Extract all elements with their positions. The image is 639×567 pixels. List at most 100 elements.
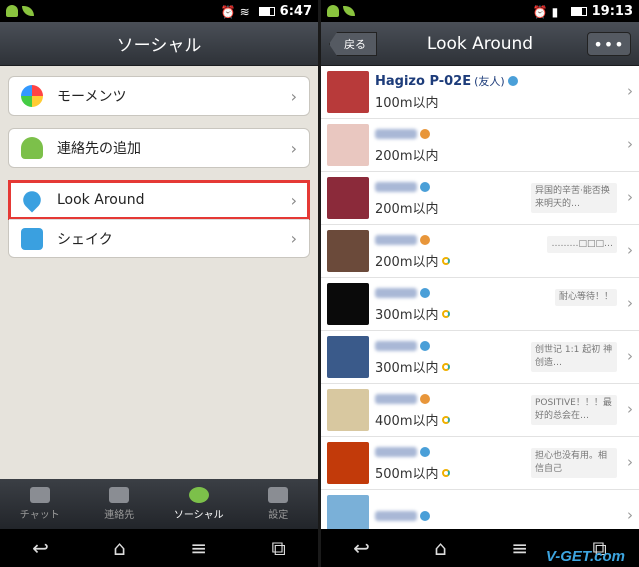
- chat-bubble-icon: [29, 487, 50, 503]
- status-bar: ⏰ ≋ 6:47: [0, 0, 318, 22]
- page-title: ソーシャル: [116, 36, 202, 56]
- person-name: [375, 126, 633, 142]
- distance-text: 300m以内: [375, 308, 439, 323]
- list-item[interactable]: 200m以内 ›: [321, 119, 639, 172]
- female-icon: [420, 235, 430, 245]
- title-bar: 戻る Look Around •••: [321, 22, 639, 66]
- android-icon: [327, 5, 339, 17]
- tab-settings[interactable]: 設定: [239, 479, 319, 529]
- home-icon[interactable]: ⌂: [434, 536, 447, 560]
- more-options-button[interactable]: •••: [587, 32, 631, 56]
- list-item[interactable]: 400m以内 POSITIVE！！！最好的总会在… ›: [321, 384, 639, 437]
- home-icon[interactable]: ⌂: [113, 536, 126, 560]
- list-item[interactable]: 200m以内 ………□□□… ›: [321, 225, 639, 278]
- list-item[interactable]: ›: [321, 490, 639, 529]
- back-icon[interactable]: ↩: [353, 536, 370, 560]
- menu-item-label: モーメンツ: [57, 89, 127, 105]
- blurred-name: [375, 235, 417, 245]
- male-icon: [420, 511, 430, 521]
- moments-icon: [442, 309, 451, 318]
- tab-label: チャット: [19, 510, 60, 521]
- page-title: Look Around: [426, 33, 534, 54]
- tab-chat[interactable]: チャット: [0, 479, 80, 529]
- people-list: Hagizo P-02E (友人) 100m以内 › 200m以内 › 200m以内 异国的辛…: [321, 66, 639, 529]
- menu-icon[interactable]: ≡: [511, 536, 528, 560]
- battery-icon: [258, 6, 275, 16]
- avatar: [327, 442, 369, 484]
- distance-text: 200m以内: [375, 149, 439, 164]
- list-item[interactable]: 300m以内 创世记 1:1 起初 神创造… ›: [321, 331, 639, 384]
- moments-icon: [442, 415, 451, 424]
- distance-text: 500m以内: [375, 467, 439, 482]
- left-screen: ⏰ ≋ 6:47 ソーシャル モーメンツ › 連絡先の追加 › Look Aro…: [0, 0, 318, 567]
- chevron-right-icon: ›: [627, 82, 633, 100]
- blurred-name: [375, 182, 417, 192]
- distance-label: 200m以内: [375, 145, 633, 164]
- chevron-right-icon: ›: [627, 294, 633, 312]
- chevron-right-icon: ›: [627, 188, 633, 206]
- moments-card: モーメンツ ›: [8, 76, 310, 116]
- signature-text: ………□□□…: [547, 236, 617, 253]
- menu-item-shake[interactable]: シェイク ›: [9, 219, 309, 257]
- person-info: 200m以内: [375, 126, 633, 164]
- menu-item-label: 連絡先の追加: [57, 141, 141, 157]
- moments-icon: [21, 85, 43, 107]
- avatar: [327, 124, 369, 166]
- menu-item-label: Look Around: [57, 192, 145, 208]
- title-bar: ソーシャル: [0, 22, 318, 66]
- list-item[interactable]: 500m以内 担心也没有用。相信自己 ›: [321, 437, 639, 490]
- tab-contacts[interactable]: 連絡先: [80, 479, 160, 529]
- location-pin-icon: [19, 187, 45, 213]
- female-icon: [420, 129, 430, 139]
- chevron-right-icon: ›: [627, 347, 633, 365]
- signature-text: 担心也没有用。相信自己: [531, 448, 617, 478]
- back-button[interactable]: 戻る: [329, 32, 377, 56]
- watermark: V-GET.com: [545, 548, 625, 565]
- android-icon: [6, 5, 18, 17]
- male-icon: [420, 341, 430, 351]
- list-item[interactable]: Hagizo P-02E (友人) 100m以内 ›: [321, 66, 639, 119]
- male-icon: [420, 288, 430, 298]
- app-notification-icon: [22, 6, 34, 16]
- tab-label: 設定: [268, 510, 289, 521]
- distance-label: 100m以内: [375, 92, 633, 111]
- back-icon[interactable]: ↩: [32, 536, 49, 560]
- status-time: 6:47: [279, 3, 312, 19]
- moments-icon: [442, 256, 451, 265]
- signature-text: 创世记 1:1 起初 神创造…: [531, 342, 617, 372]
- blurred-name: [375, 288, 417, 298]
- menu-item-moments[interactable]: モーメンツ ›: [9, 77, 309, 115]
- male-icon: [420, 447, 430, 457]
- avatar: [327, 336, 369, 378]
- menu-item-label: シェイク: [57, 231, 113, 248]
- chevron-right-icon: ›: [627, 453, 633, 471]
- nearby-card: Look Around › シェイク ›: [8, 180, 310, 258]
- signal-icon: ▮: [551, 5, 559, 19]
- distance-label: 300m以内: [375, 304, 633, 323]
- signature-text: 耐心等待！！: [554, 289, 617, 306]
- person-info: [375, 508, 633, 524]
- add-contact-icon: [21, 137, 43, 159]
- list-item[interactable]: 200m以内 异国的辛苦·能否换来明天的… ›: [321, 172, 639, 225]
- bottom-tab-bar: チャット 連絡先 ソーシャル 設定: [0, 479, 318, 529]
- chevron-right-icon: ›: [290, 86, 297, 106]
- recent-apps-icon[interactable]: ⧉: [271, 536, 285, 560]
- menu-item-add-contact[interactable]: 連絡先の追加 ›: [9, 129, 309, 167]
- system-nav-bar: ↩ ⌂ ≡ ⧉: [0, 529, 318, 567]
- distance-text: 200m以内: [375, 202, 439, 217]
- avatar: [327, 177, 369, 219]
- blurred-name: [375, 447, 417, 457]
- friend-tag: (友人): [474, 75, 505, 88]
- tab-social[interactable]: ソーシャル: [159, 479, 239, 529]
- list-item[interactable]: 300m以内 耐心等待！！ ›: [321, 278, 639, 331]
- status-time: 19:13: [591, 3, 633, 19]
- chevron-right-icon: ›: [290, 190, 297, 210]
- shake-icon: [21, 227, 43, 250]
- menu-icon[interactable]: ≡: [190, 536, 207, 560]
- battery-icon: [570, 6, 587, 16]
- tab-label: 連絡先: [104, 510, 135, 521]
- person-info: Hagizo P-02E (友人) 100m以内: [375, 73, 633, 111]
- menu-item-look-around[interactable]: Look Around ›: [8, 180, 310, 220]
- avatar: [327, 283, 369, 325]
- moments-icon: [442, 362, 451, 371]
